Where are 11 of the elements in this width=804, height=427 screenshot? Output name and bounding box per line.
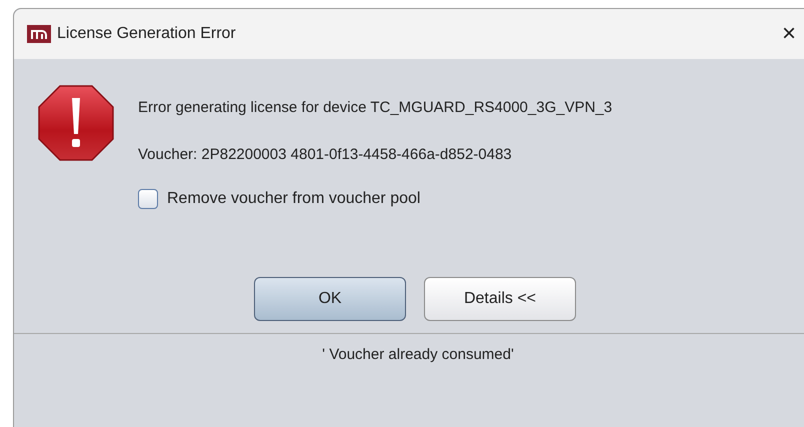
- voucher-text: Voucher: 2P82200003 4801-0f13-4458-466a-d852-0483: [138, 144, 513, 164]
- checkbox-label: Remove voucher from voucher pool: [167, 189, 420, 209]
- ok-button[interactable]: OK: [254, 277, 406, 321]
- details-text: ' Voucher already consumed': [322, 345, 514, 365]
- window-title: License Generation Error: [57, 24, 236, 44]
- details-button[interactable]: Details <<: [424, 277, 576, 321]
- checkbox[interactable]: [138, 189, 158, 209]
- error-stop-icon: [38, 85, 114, 161]
- app-logo-icon: [27, 25, 51, 43]
- error-message: Error generating license for device TC_MGUARD_RS4000_3G_VPN_3: [138, 98, 612, 118]
- close-button[interactable]: ×: [778, 22, 800, 46]
